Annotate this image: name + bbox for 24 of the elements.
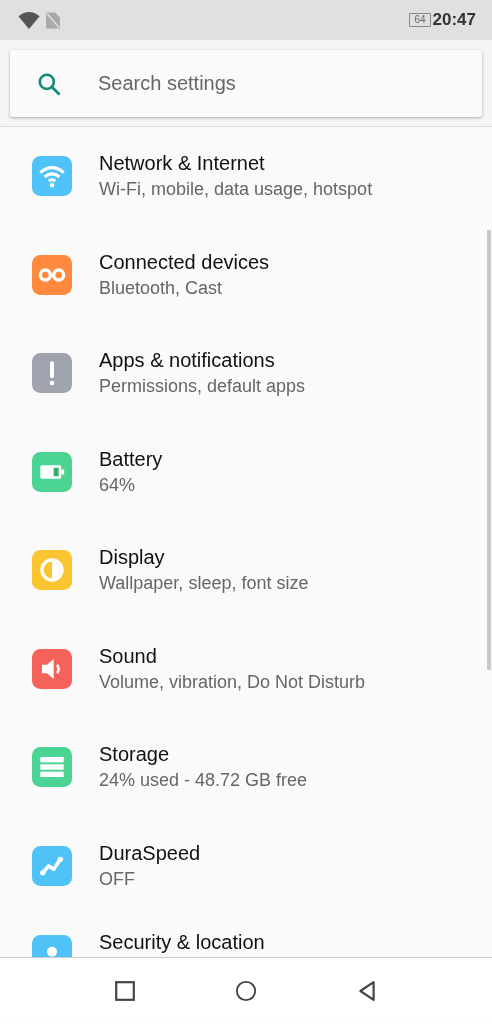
clock: 20:47 <box>432 10 476 30</box>
setting-title[interactable]: Connected devices <box>99 248 270 275</box>
square-icon[interactable] <box>113 979 136 1002</box>
setting-title[interactable]: Storage <box>99 741 308 767</box>
wifi-icon <box>18 11 40 29</box>
setting-summary: OFF <box>99 867 136 891</box>
no-sim-icon <box>46 11 60 29</box>
setting-summary: Bluetooth, Cast <box>99 276 224 300</box>
setting-title[interactable]: Display <box>99 544 309 570</box>
setting-summary: 24% used - 48.72 GB free <box>99 769 308 792</box>
setting-title[interactable]: Apps & notifications <box>99 347 306 373</box>
setting-summary: Wi-Fi, mobile, data usage, hotspot <box>99 178 373 201</box>
search-bar[interactable]: Search settings <box>10 50 482 117</box>
battery-level: 64 <box>409 13 431 27</box>
setting-title[interactable]: Sound <box>99 642 366 669</box>
setting-title[interactable]: Network & Internet <box>99 150 373 176</box>
setting-title[interactable]: DuraSpeed <box>99 839 201 866</box>
setting-summary: 64% <box>99 473 137 497</box>
setting-title[interactable]: Security & location <box>99 929 265 955</box>
setting-title[interactable]: Battery <box>99 445 163 472</box>
home-icon[interactable] <box>235 979 257 1002</box>
setting-summary: Volume, vibration, Do Not Disturb <box>99 670 366 694</box>
setting-summary: Permissions, default apps <box>99 375 306 398</box>
setting-summary: Wallpaper, sleep, font size <box>99 572 309 595</box>
